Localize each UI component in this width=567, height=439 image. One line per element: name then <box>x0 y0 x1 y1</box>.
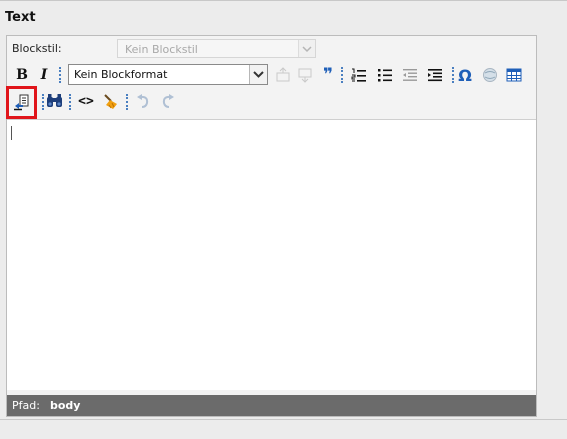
table-icon <box>506 68 522 82</box>
blockquote-button[interactable]: ❞ <box>318 65 338 85</box>
path-label: Pfad: <box>12 399 40 412</box>
undo-icon <box>137 94 149 108</box>
toolbar-separator <box>126 94 129 110</box>
highlight-box <box>6 86 37 119</box>
bold-button[interactable]: B <box>12 65 32 85</box>
chevron-down-icon <box>249 65 267 84</box>
editor-content-area[interactable] <box>7 119 536 390</box>
rich-text-editor: Blockstil: Kein Blockstil B I Kein Block… <box>6 35 537 417</box>
blockquote-icon: ❞ <box>323 65 333 85</box>
outdent-icon <box>403 69 417 81</box>
italic-button[interactable]: I <box>34 65 54 85</box>
panel-divider <box>0 0 567 1</box>
indent-button[interactable] <box>425 65 445 85</box>
section-title: Text <box>5 10 36 25</box>
chevron-down-icon <box>298 40 315 57</box>
globe-icon <box>483 68 497 82</box>
clean-format-button[interactable] <box>101 91 121 111</box>
blockstil-value: Kein Blockstil <box>125 43 198 56</box>
blockstil-select[interactable]: Kein Blockstil <box>117 39 316 58</box>
ordered-list-icon <box>351 68 366 82</box>
redo-button[interactable] <box>158 91 178 111</box>
edit-div-icon[interactable] <box>295 65 315 85</box>
bullet-list-icon <box>378 69 392 82</box>
unordered-list-button[interactable] <box>375 65 395 85</box>
blockstil-label: Blockstil: <box>12 42 62 55</box>
insert-media-button[interactable] <box>480 65 500 85</box>
blockformat-select[interactable]: Kein Blockformat <box>68 64 268 85</box>
path-value[interactable]: body <box>50 399 80 412</box>
binoculars-icon <box>46 94 62 107</box>
text-field-panel: Text Blockstil: Kein Blockstil B I Kein … <box>0 0 567 420</box>
code-icon: <> <box>78 93 94 109</box>
redo-icon <box>162 94 174 108</box>
toolbar-separator <box>69 94 72 110</box>
broom-icon <box>104 94 117 109</box>
blockformat-value: Kein Blockformat <box>74 68 168 81</box>
path-statusbar: Pfad: body <box>7 395 536 416</box>
find-replace-button[interactable] <box>44 91 64 111</box>
insert-div-icon[interactable] <box>273 65 293 85</box>
omega-icon: Ω <box>458 65 472 85</box>
outdent-button[interactable] <box>400 65 420 85</box>
text-caret <box>11 126 12 140</box>
indent-icon <box>428 69 442 82</box>
toolbar-separator <box>341 67 344 83</box>
undo-button[interactable] <box>133 91 153 111</box>
insert-table-button[interactable] <box>504 65 524 85</box>
special-char-button[interactable]: Ω <box>455 65 475 85</box>
ordered-list-button[interactable] <box>349 65 369 85</box>
toolbar-separator <box>59 67 62 83</box>
source-code-button[interactable]: <> <box>76 91 96 111</box>
